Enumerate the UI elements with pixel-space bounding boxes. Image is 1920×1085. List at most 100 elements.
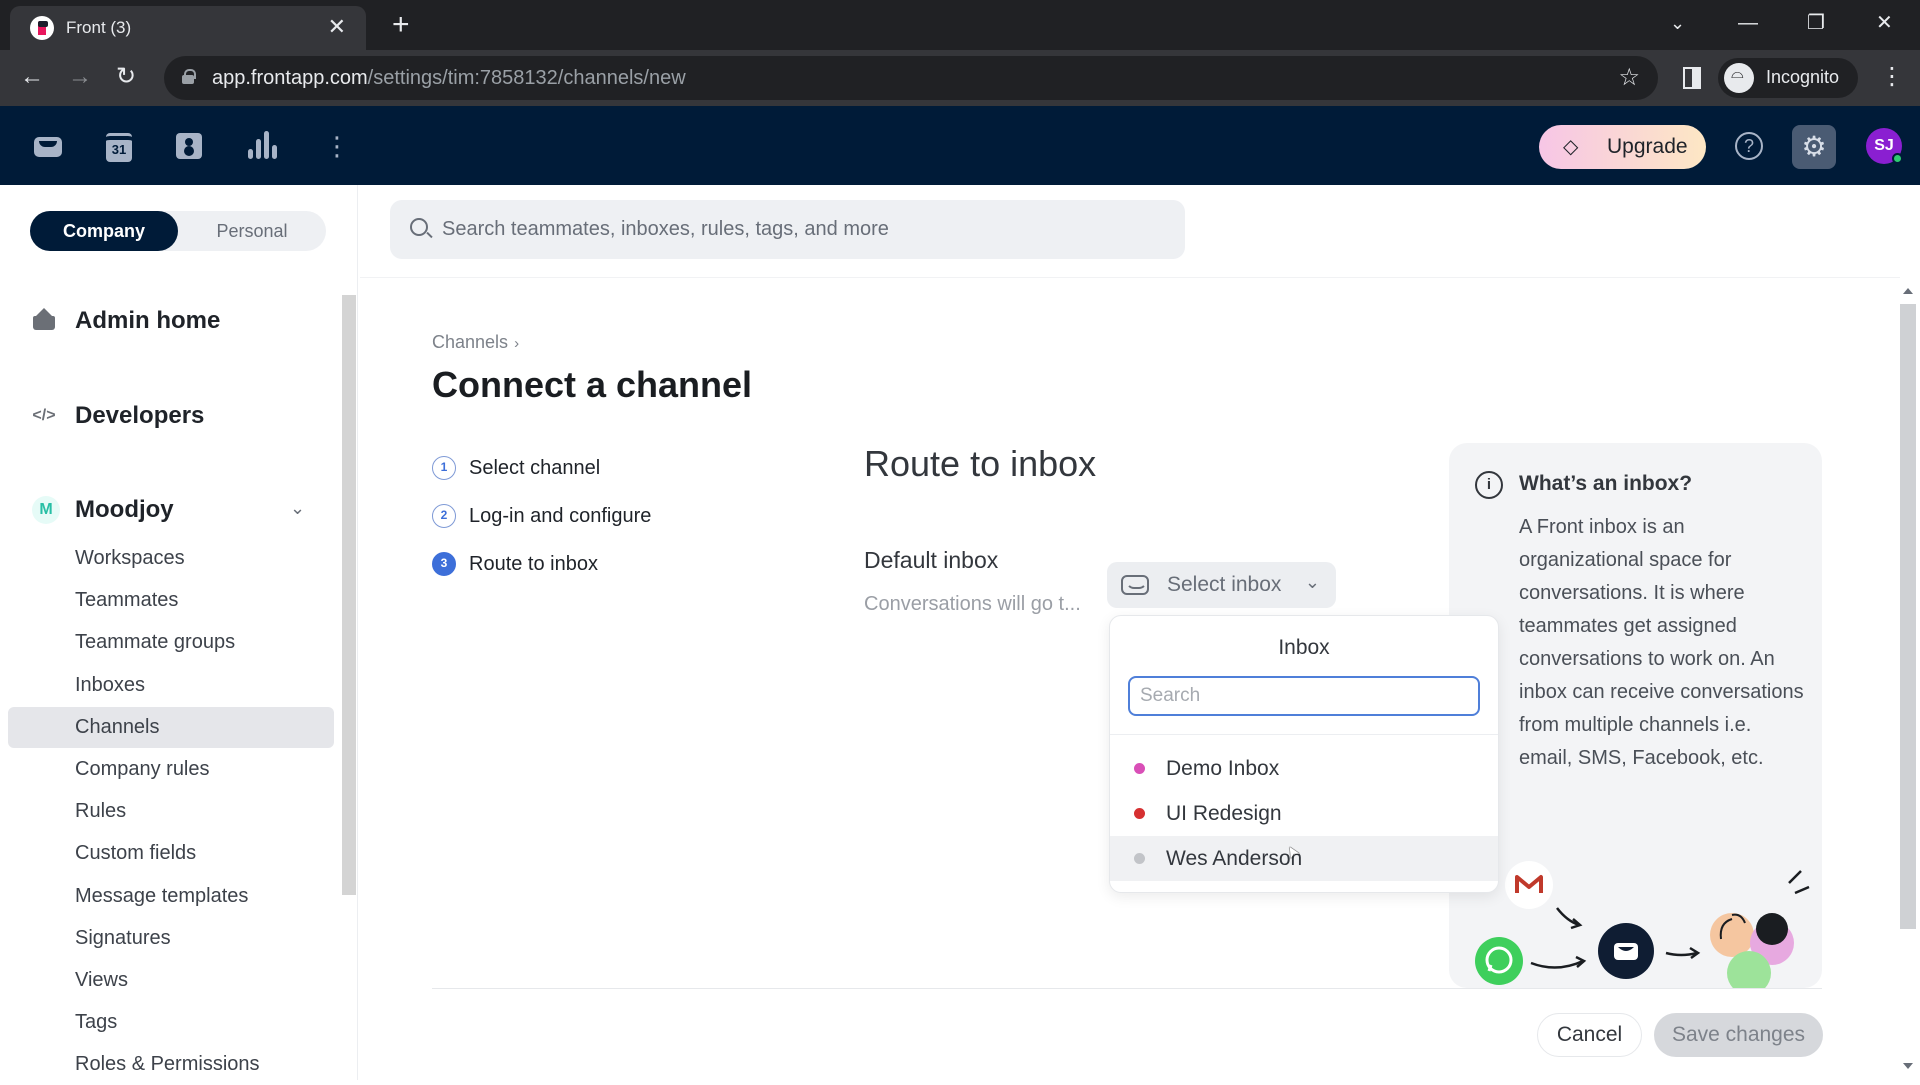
page-title: Connect a channel <box>432 364 753 405</box>
global-search[interactable] <box>390 200 1185 259</box>
tab-search-icon[interactable]: ⌄ <box>1670 8 1685 38</box>
dropdown-search-input[interactable] <box>1128 676 1480 716</box>
section-title: Route to inbox <box>864 443 1097 484</box>
incognito-label: Incognito <box>1766 67 1840 87</box>
sidebar-item-roles-permissions[interactable]: Roles & Permissions <box>8 1044 334 1085</box>
calendar-icon[interactable] <box>104 131 134 162</box>
sidebar-developers[interactable]: </> Developers <box>32 396 204 436</box>
main-scrollbar[interactable] <box>1896 280 1920 1080</box>
info-title: What’s an inbox? <box>1519 472 1693 495</box>
sidebar-item-workspaces[interactable]: Workspaces <box>8 538 334 579</box>
sidebar-scrollbar[interactable] <box>342 295 356 895</box>
step-label: Log-in and configure <box>469 504 652 527</box>
workspace-name: Moodjoy <box>75 496 174 523</box>
info-body: A Front inbox is an organizational space… <box>1519 516 1804 769</box>
sidebar-workspace-moodjoy[interactable]: M Moodjoy <box>32 490 174 530</box>
sidebar-item-teammates[interactable]: Teammates <box>8 580 334 621</box>
sidebar-item-signatures[interactable]: Signatures <box>8 918 334 959</box>
whatsapp-icon <box>1475 937 1523 985</box>
url-text[interactable]: app.frontapp.com/settings/tim:7858132/ch… <box>212 67 686 90</box>
breadcrumb-channels[interactable]: Channels <box>432 332 508 352</box>
sidebar-item-teammate-groups[interactable]: Teammate groups <box>8 622 334 663</box>
close-window-icon[interactable]: ✕ <box>1876 8 1893 38</box>
minimize-icon[interactable]: — <box>1738 8 1758 38</box>
inbox-option[interactable]: Wes Anderson <box>1110 836 1498 881</box>
dropdown-title: Inbox <box>1278 636 1330 659</box>
inbox-icon[interactable] <box>33 131 63 161</box>
chevron-down-icon: ⌄ <box>1304 572 1320 592</box>
inbox-option[interactable]: UI Redesign <box>1110 791 1498 836</box>
close-tab-icon[interactable]: ✕ <box>328 15 346 39</box>
sidebar-item-views[interactable]: Views <box>8 960 334 1001</box>
step-1: 1 Select channel <box>432 444 651 492</box>
scroll-up-icon[interactable] <box>1903 288 1913 294</box>
company-tab[interactable]: Company <box>30 211 178 251</box>
home-icon <box>32 307 56 335</box>
breadcrumb[interactable]: Channels › <box>432 332 519 353</box>
app-header: ⋮ ◇ Upgrade ? ⚙ SJ <box>0 106 1920 185</box>
sidebar-item-tags[interactable]: Tags <box>8 1002 334 1043</box>
chevron-down-icon[interactable]: ⌄ <box>290 498 305 519</box>
cancel-button[interactable]: Cancel <box>1537 1013 1642 1057</box>
scroll-thumb[interactable] <box>1900 304 1916 929</box>
select-inbox-label: Select inbox <box>1167 573 1282 596</box>
reload-icon[interactable]: ↻ <box>116 62 136 92</box>
bookmark-star-icon[interactable]: ☆ <box>1618 63 1640 92</box>
scope-toggle: Company Personal <box>30 211 326 251</box>
footer-divider <box>432 988 1822 989</box>
sidebar-item-channels[interactable]: Channels <box>8 706 334 748</box>
developers-label: Developers <box>75 402 205 429</box>
scroll-down-icon[interactable] <box>1903 1063 1913 1069</box>
inbox-color-dot-icon <box>1134 763 1145 774</box>
personal-tab[interactable]: Personal <box>178 211 326 251</box>
sidebar-item-inboxes[interactable]: Inboxes <box>8 665 334 706</box>
forward-icon[interactable]: → <box>68 62 92 92</box>
incognito-indicator[interactable]: Incognito <box>1718 58 1858 98</box>
default-inbox-description: Conversations will go t... <box>864 593 1081 615</box>
front-inbox-icon <box>1598 923 1654 979</box>
search-input[interactable] <box>442 200 1162 259</box>
avatar-initials: SJ <box>1874 137 1894 154</box>
sidebar-item-company-rules[interactable]: Company rules <box>8 749 334 790</box>
back-icon[interactable]: ← <box>20 62 44 92</box>
teammates-avatars-icon <box>1710 913 1794 988</box>
channel-routing-illustration <box>1475 861 1810 988</box>
user-avatar[interactable]: SJ <box>1866 128 1903 164</box>
address-bar[interactable]: app.frontapp.com/settings/tim:7858132/ch… <box>164 56 1658 100</box>
inbox-option[interactable]: Demo Inbox <box>1110 746 1498 791</box>
step-label: Route to inbox <box>469 552 598 575</box>
lock-icon[interactable] <box>182 69 196 84</box>
default-inbox-label: Default inbox <box>864 547 999 573</box>
step-number-badge: 1 <box>432 456 456 480</box>
restore-icon[interactable]: ❐ <box>1807 8 1825 38</box>
new-tab-icon[interactable]: + <box>392 10 410 40</box>
sidebar-item-custom-fields[interactable]: Custom fields <box>8 833 334 874</box>
arrow-icon <box>1665 951 1698 957</box>
sidebar-item-rules[interactable]: Rules <box>8 791 334 832</box>
inbox-tray-icon <box>1121 575 1149 595</box>
upgrade-label: Upgrade <box>1607 135 1688 158</box>
arrow-icon <box>1530 959 1584 969</box>
inbox-color-dot-icon <box>1134 853 1145 864</box>
sidebar-admin-home[interactable]: Admin home <box>32 301 220 341</box>
sidebar-item-message-templates[interactable]: Message templates <box>8 876 334 917</box>
more-icon[interactable]: ⋮ <box>322 131 352 161</box>
analytics-icon[interactable] <box>245 131 277 161</box>
upgrade-button[interactable]: ◇ Upgrade <box>1539 125 1706 169</box>
chevron-right-icon: › <box>514 335 520 352</box>
step-label: Select channel <box>469 456 601 479</box>
browser-menu-icon[interactable]: ⋮ <box>1880 62 1904 92</box>
save-changes-button[interactable]: Save changes <box>1654 1013 1823 1057</box>
step-number-badge: 3 <box>432 552 456 576</box>
code-icon: </> <box>32 407 56 424</box>
help-icon[interactable]: ? <box>1735 132 1763 160</box>
front-favicon-icon <box>30 16 54 40</box>
side-panel-icon[interactable] <box>1683 67 1701 89</box>
settings-gear-icon[interactable]: ⚙ <box>1792 125 1836 169</box>
select-inbox-dropdown[interactable]: Select inbox ⌄ <box>1107 562 1336 608</box>
browser-toolbar: ← → ↻ app.frontapp.com/settings/tim:7858… <box>0 50 1920 106</box>
step-number-badge: 2 <box>432 504 456 528</box>
browser-tab[interactable]: Front (3) ✕ <box>10 6 366 50</box>
contacts-icon[interactable] <box>174 131 204 161</box>
tab-title: Front (3) <box>66 18 132 37</box>
